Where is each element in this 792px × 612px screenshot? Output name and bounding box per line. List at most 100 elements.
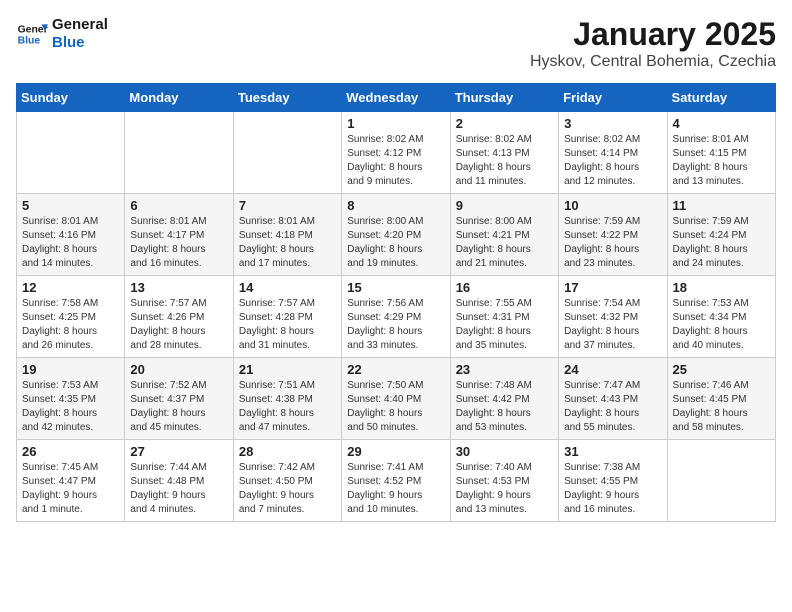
day-info: Sunrise: 8:00 AM Sunset: 4:21 PM Dayligh… xyxy=(456,215,553,271)
calendar-cell xyxy=(667,440,775,522)
day-number: 28 xyxy=(239,444,336,459)
calendar-cell: 23 Sunrise: 7:48 AM Sunset: 4:42 PM Dayli… xyxy=(450,358,558,440)
calendar-cell: 28 Sunrise: 7:42 AM Sunset: 4:50 PM Dayli… xyxy=(233,440,341,522)
day-info: Sunrise: 7:50 AM Sunset: 4:40 PM Dayligh… xyxy=(347,379,444,435)
calendar-cell: 9 Sunrise: 8:00 AM Sunset: 4:21 PM Daylig… xyxy=(450,194,558,276)
title-block: January 2025 Hyskov, Central Bohemia, Cz… xyxy=(530,16,776,71)
day-number: 14 xyxy=(239,280,336,295)
calendar-cell: 27 Sunrise: 7:44 AM Sunset: 4:48 PM Dayli… xyxy=(125,440,233,522)
day-info: Sunrise: 7:48 AM Sunset: 4:42 PM Dayligh… xyxy=(456,379,553,435)
calendar-cell xyxy=(233,112,341,194)
day-info: Sunrise: 7:41 AM Sunset: 4:52 PM Dayligh… xyxy=(347,461,444,517)
calendar-cell: 25Sunrise: 7:46 AM Sunset: 4:45 PM Dayli… xyxy=(667,358,775,440)
day-info: Sunrise: 7:40 AM Sunset: 4:53 PM Dayligh… xyxy=(456,461,553,517)
day-info: Sunrise: 8:02 AM Sunset: 4:14 PM Dayligh… xyxy=(564,133,661,189)
calendar-cell: 8Sunrise: 8:00 AM Sunset: 4:20 PM Daylig… xyxy=(342,194,450,276)
day-info: Sunrise: 7:55 AM Sunset: 4:31 PM Dayligh… xyxy=(456,297,553,353)
logo-blue: Blue xyxy=(52,34,108,52)
day-info: Sunrise: 7:59 AM Sunset: 4:22 PM Dayligh… xyxy=(564,215,661,271)
day-number: 29 xyxy=(347,444,444,459)
calendar-cell: 20Sunrise: 7:52 AM Sunset: 4:37 PM Dayli… xyxy=(125,358,233,440)
header-monday: Monday xyxy=(125,84,233,112)
day-number: 16 xyxy=(456,280,553,295)
header-friday: Friday xyxy=(559,84,667,112)
calendar-cell: 18Sunrise: 7:53 AM Sunset: 4:34 PM Dayli… xyxy=(667,276,775,358)
calendar-cell: 2 Sunrise: 8:02 AM Sunset: 4:13 PM Daylig… xyxy=(450,112,558,194)
calendar-subtitle: Hyskov, Central Bohemia, Czechia xyxy=(530,53,776,71)
day-number: 13 xyxy=(130,280,227,295)
calendar-cell: 5 Sunrise: 8:01 AM Sunset: 4:16 PM Daylig… xyxy=(17,194,125,276)
day-number: 3 xyxy=(564,116,661,131)
calendar-week-4: 19Sunrise: 7:53 AM Sunset: 4:35 PM Dayli… xyxy=(17,358,776,440)
day-number: 24 xyxy=(564,362,661,377)
page-header: General Blue General Blue January 2025 H… xyxy=(16,16,776,71)
calendar-week-2: 5 Sunrise: 8:01 AM Sunset: 4:16 PM Daylig… xyxy=(17,194,776,276)
calendar-cell: 19Sunrise: 7:53 AM Sunset: 4:35 PM Dayli… xyxy=(17,358,125,440)
day-info: Sunrise: 7:42 AM Sunset: 4:50 PM Dayligh… xyxy=(239,461,336,517)
calendar-cell: 11 Sunrise: 7:59 AM Sunset: 4:24 PM Dayli… xyxy=(667,194,775,276)
calendar-cell: 14Sunrise: 7:57 AM Sunset: 4:28 PM Dayli… xyxy=(233,276,341,358)
calendar-cell: 16 Sunrise: 7:55 AM Sunset: 4:31 PM Dayli… xyxy=(450,276,558,358)
logo-icon: General Blue xyxy=(16,18,48,50)
calendar-cell xyxy=(125,112,233,194)
calendar-cell: 7Sunrise: 8:01 AM Sunset: 4:18 PM Daylig… xyxy=(233,194,341,276)
day-info: Sunrise: 7:51 AM Sunset: 4:38 PM Dayligh… xyxy=(239,379,336,435)
day-number: 20 xyxy=(130,362,227,377)
day-number: 26 xyxy=(22,444,119,459)
header-saturday: Saturday xyxy=(667,84,775,112)
day-info: Sunrise: 7:53 AM Sunset: 4:35 PM Dayligh… xyxy=(22,379,119,435)
calendar-cell: 1Sunrise: 8:02 AM Sunset: 4:12 PM Daylig… xyxy=(342,112,450,194)
day-info: Sunrise: 7:38 AM Sunset: 4:55 PM Dayligh… xyxy=(564,461,661,517)
day-info: Sunrise: 8:02 AM Sunset: 4:12 PM Dayligh… xyxy=(347,133,444,189)
calendar-cell: 15Sunrise: 7:56 AM Sunset: 4:29 PM Dayli… xyxy=(342,276,450,358)
day-number: 15 xyxy=(347,280,444,295)
calendar-title: January 2025 xyxy=(530,16,776,53)
calendar-table: SundayMondayTuesdayWednesdayThursdayFrid… xyxy=(16,83,776,522)
calendar-cell: 29 Sunrise: 7:41 AM Sunset: 4:52 PM Dayli… xyxy=(342,440,450,522)
day-info: Sunrise: 7:47 AM Sunset: 4:43 PM Dayligh… xyxy=(564,379,661,435)
day-info: Sunrise: 7:45 AM Sunset: 4:47 PM Dayligh… xyxy=(22,461,119,517)
day-number: 8 xyxy=(347,198,444,213)
calendar-cell: 26 Sunrise: 7:45 AM Sunset: 4:47 PM Dayli… xyxy=(17,440,125,522)
day-number: 30 xyxy=(456,444,553,459)
day-number: 9 xyxy=(456,198,553,213)
logo: General Blue General Blue xyxy=(16,16,108,52)
calendar-cell: 31Sunrise: 7:38 AM Sunset: 4:55 PM Dayli… xyxy=(559,440,667,522)
calendar-cell: 12 Sunrise: 7:58 AM Sunset: 4:25 PM Dayli… xyxy=(17,276,125,358)
day-info: Sunrise: 8:01 AM Sunset: 4:16 PM Dayligh… xyxy=(22,215,119,271)
day-number: 5 xyxy=(22,198,119,213)
day-info: Sunrise: 8:01 AM Sunset: 4:15 PM Dayligh… xyxy=(673,133,770,189)
header-tuesday: Tuesday xyxy=(233,84,341,112)
day-number: 22 xyxy=(347,362,444,377)
calendar-cell: 17Sunrise: 7:54 AM Sunset: 4:32 PM Dayli… xyxy=(559,276,667,358)
day-info: Sunrise: 7:44 AM Sunset: 4:48 PM Dayligh… xyxy=(130,461,227,517)
day-number: 25 xyxy=(673,362,770,377)
day-info: Sunrise: 7:59 AM Sunset: 4:24 PM Dayligh… xyxy=(673,215,770,271)
day-number: 18 xyxy=(673,280,770,295)
header-wednesday: Wednesday xyxy=(342,84,450,112)
day-number: 6 xyxy=(130,198,227,213)
calendar-week-5: 26 Sunrise: 7:45 AM Sunset: 4:47 PM Dayli… xyxy=(17,440,776,522)
svg-text:Blue: Blue xyxy=(18,36,41,47)
calendar-cell: 30 Sunrise: 7:40 AM Sunset: 4:53 PM Dayli… xyxy=(450,440,558,522)
calendar-cell: 21Sunrise: 7:51 AM Sunset: 4:38 PM Dayli… xyxy=(233,358,341,440)
day-number: 7 xyxy=(239,198,336,213)
calendar-cell: 24 Sunrise: 7:47 AM Sunset: 4:43 PM Dayli… xyxy=(559,358,667,440)
day-number: 2 xyxy=(456,116,553,131)
day-info: Sunrise: 7:54 AM Sunset: 4:32 PM Dayligh… xyxy=(564,297,661,353)
day-info: Sunrise: 8:02 AM Sunset: 4:13 PM Dayligh… xyxy=(456,133,553,189)
day-info: Sunrise: 7:58 AM Sunset: 4:25 PM Dayligh… xyxy=(22,297,119,353)
header-sunday: Sunday xyxy=(17,84,125,112)
day-number: 4 xyxy=(673,116,770,131)
calendar-cell: 10Sunrise: 7:59 AM Sunset: 4:22 PM Dayli… xyxy=(559,194,667,276)
header-thursday: Thursday xyxy=(450,84,558,112)
day-number: 12 xyxy=(22,280,119,295)
calendar-cell: 6Sunrise: 8:01 AM Sunset: 4:17 PM Daylig… xyxy=(125,194,233,276)
calendar-cell: 13Sunrise: 7:57 AM Sunset: 4:26 PM Dayli… xyxy=(125,276,233,358)
calendar-header-row: SundayMondayTuesdayWednesdayThursdayFrid… xyxy=(17,84,776,112)
calendar-cell: 3 Sunrise: 8:02 AM Sunset: 4:14 PM Daylig… xyxy=(559,112,667,194)
day-number: 23 xyxy=(456,362,553,377)
day-number: 27 xyxy=(130,444,227,459)
day-number: 11 xyxy=(673,198,770,213)
calendar-week-1: 1Sunrise: 8:02 AM Sunset: 4:12 PM Daylig… xyxy=(17,112,776,194)
